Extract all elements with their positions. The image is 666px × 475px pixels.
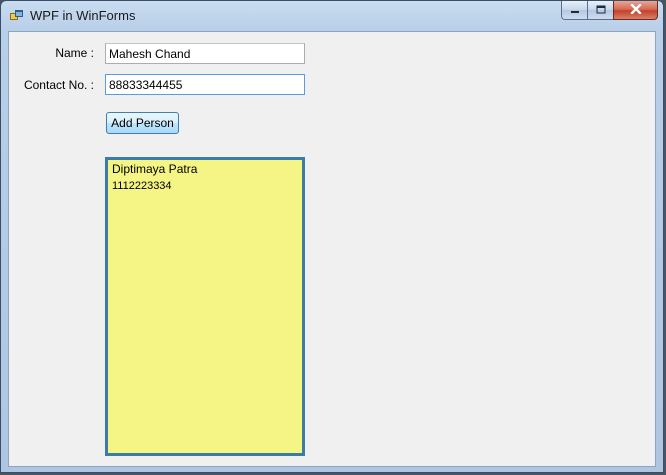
close-icon [630, 1, 642, 19]
person-name: Diptimaya Patra [112, 162, 198, 176]
minimize-icon [570, 1, 580, 19]
name-input[interactable] [105, 43, 305, 64]
minimize-button[interactable] [561, 1, 587, 20]
form-client-area: Name : Contact No. : Add Person Diptimay… [8, 31, 656, 467]
title-bar[interactable]: WPF in WinForms [1, 1, 663, 31]
name-label: Name : [55, 46, 94, 60]
add-person-button[interactable]: Add Person [106, 112, 179, 134]
contact-label: Contact No. : [23, 78, 94, 92]
contact-input[interactable] [105, 74, 305, 95]
caption-buttons [561, 1, 658, 21]
window-title: WPF in WinForms [30, 8, 136, 23]
close-button[interactable] [613, 1, 658, 20]
person-card: Diptimaya Patra 1112223334 [105, 157, 305, 456]
app-icon [10, 9, 24, 23]
person-contact: 1112223334 [112, 180, 172, 192]
main-window: WPF in WinForms Name : Mahesh Chand Cont… [0, 0, 664, 473]
maximize-icon [596, 1, 606, 19]
maximize-button[interactable] [587, 1, 613, 20]
